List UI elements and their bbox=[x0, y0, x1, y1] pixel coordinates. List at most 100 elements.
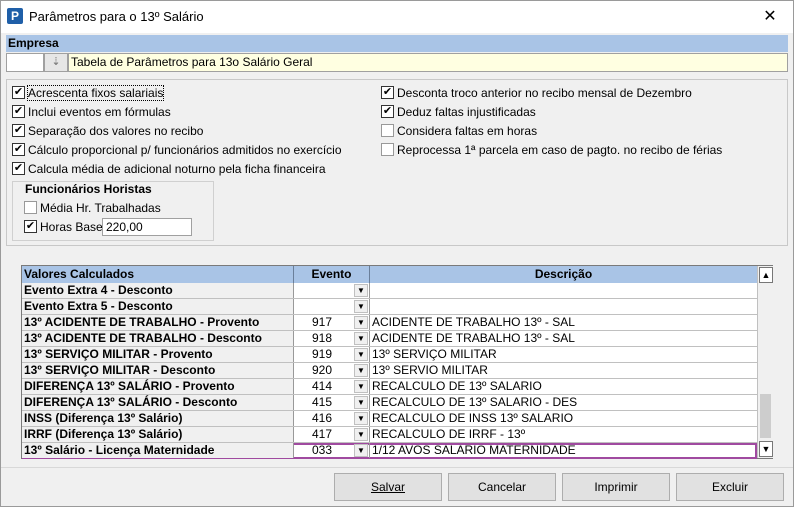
table-row[interactable]: 13º SERVIÇO MILITAR - Desconto 920 ▼ 13º SE… bbox=[22, 363, 757, 379]
row-name-cell: DIFERENÇA 13º SALÁRIO - Desconto bbox=[22, 395, 294, 410]
checkbox-label: Cálculo proporcional p/ funcionários adm… bbox=[28, 142, 342, 157]
checkbox-box[interactable] bbox=[381, 143, 394, 157]
checkbox-media-hr-trabalhadas[interactable]: Média Hr. Trabalhadas bbox=[24, 200, 161, 216]
salvar-button[interactable]: Salvar bbox=[334, 473, 442, 501]
table-row[interactable]: INSS (Diferença 13º Salário) 416 ▼ RECALCUL… bbox=[22, 411, 757, 427]
checkbox-box[interactable] bbox=[381, 124, 394, 138]
column-header-descricao[interactable]: Descrição bbox=[370, 266, 757, 283]
table-row[interactable]: DIFERENÇA 13º SALÁRIO - Desconto 415 ▼ RECA… bbox=[22, 395, 757, 411]
row-name-cell: DIFERENÇA 13º SALÁRIO - Provento bbox=[22, 379, 294, 394]
empresa-header: Empresa bbox=[6, 35, 788, 52]
title-bar: P Parâmetros para o 13º Salário ✕ bbox=[1, 1, 793, 33]
checkbox-desconta-troco[interactable]: Desconta troco anterior no recibo mensal… bbox=[381, 85, 692, 101]
checkbox-label: Horas Base bbox=[40, 219, 103, 234]
checkbox-box[interactable] bbox=[12, 124, 25, 138]
evento-dropdown-arrow-icon[interactable]: ▼ bbox=[354, 412, 368, 425]
row-name-cell: 13º ACIDENTE DE TRABALHO - Desconto bbox=[22, 331, 294, 346]
cancelar-button[interactable]: Cancelar bbox=[448, 473, 556, 501]
checkbox-box[interactable] bbox=[24, 220, 37, 234]
checkbox-horas-base[interactable]: Horas Base bbox=[24, 219, 103, 235]
dialog-window: P Parâmetros para o 13º Salário ✕ Empres… bbox=[0, 0, 794, 507]
evento-dropdown-arrow-icon[interactable]: ▼ bbox=[354, 428, 368, 441]
checkbox-box[interactable] bbox=[381, 86, 394, 100]
evento-dropdown-arrow-icon[interactable]: ▼ bbox=[354, 396, 368, 409]
row-name-cell: IRRF (Diferença 13º Salário) bbox=[22, 427, 294, 442]
evento-dropdown-arrow-icon[interactable]: ▼ bbox=[354, 300, 368, 313]
table-row[interactable]: Evento Extra 4 - Desconto ▼ bbox=[22, 283, 757, 299]
excluir-button[interactable]: Excluir bbox=[676, 473, 784, 501]
horas-base-input[interactable]: 220,00 bbox=[102, 218, 192, 236]
row-descricao-cell: RECALCULO DE 13º SALARIO bbox=[372, 379, 542, 393]
table-row[interactable]: 13º Salário - Licença Maternidade 033 ▼ 1/1… bbox=[22, 443, 757, 459]
row-descricao-cell bbox=[370, 283, 757, 298]
checkbox-inclui-eventos[interactable]: Inclui eventos em fórmulas bbox=[12, 104, 171, 120]
checkbox-faltas-em-horas[interactable]: Considera faltas em horas bbox=[381, 123, 537, 139]
checkbox-label: Considera faltas em horas bbox=[397, 123, 538, 138]
grid-scrollbar[interactable]: ▲ ▼ bbox=[757, 266, 773, 458]
grid-header: Valores Calculados Evento Descrição bbox=[22, 266, 757, 283]
table-row[interactable]: Evento Extra 5 - Desconto ▼ bbox=[22, 299, 757, 315]
scroll-thumb[interactable] bbox=[760, 394, 771, 438]
checkbox-label: Separação dos valores no recibo bbox=[28, 123, 204, 138]
checkbox-box[interactable] bbox=[381, 105, 394, 119]
evento-dropdown-arrow-icon[interactable]: ▼ bbox=[354, 380, 368, 393]
horistas-group-title: Funcionários Horistas bbox=[23, 182, 154, 196]
empresa-lookup-button[interactable]: ⇣ bbox=[44, 53, 68, 72]
table-row[interactable]: IRRF (Diferença 13º Salário) 417 ▼ RECALCUL… bbox=[22, 427, 757, 443]
evento-dropdown-arrow-icon[interactable]: ▼ bbox=[354, 364, 368, 377]
evento-dropdown-arrow-icon[interactable]: ▼ bbox=[354, 444, 368, 457]
checkbox-acrescenta-fixos[interactable]: Acrescenta fixos salariais bbox=[12, 84, 165, 101]
row-name-cell: 13º SERVIÇO MILITAR - Desconto bbox=[22, 363, 294, 378]
row-descricao-cell: 13º SERVIO MILITAR bbox=[372, 363, 488, 377]
row-name-cell: 13º ACIDENTE DE TRABALHO - Provento bbox=[22, 315, 294, 330]
row-descricao-cell: RECALCULO DE INSS 13º SALARIO bbox=[372, 411, 574, 425]
row-descricao-cell: ACIDENTE DE TRABALHO 13º - SAL bbox=[372, 331, 575, 345]
checkbox-label: Média Hr. Trabalhadas bbox=[40, 200, 161, 215]
evento-dropdown-arrow-icon[interactable]: ▼ bbox=[354, 348, 368, 361]
row-name-cell: Evento Extra 4 - Desconto bbox=[22, 283, 294, 298]
checkbox-calculo-proporcional[interactable]: Cálculo proporcional p/ funcionários adm… bbox=[12, 142, 342, 158]
checkbox-separacao-valores[interactable]: Separação dos valores no recibo bbox=[12, 123, 203, 139]
row-descricao-cell: RECALCULO DE 13º SALARIO - DES bbox=[372, 395, 578, 409]
checkbox-deduz-faltas[interactable]: Deduz faltas injustificadas bbox=[381, 104, 536, 120]
checkbox-label: Reprocessa 1ª parcela em caso de pagto. … bbox=[397, 142, 723, 157]
excluir-label: Excluir bbox=[711, 480, 748, 494]
row-descricao-cell: 13º SERVIÇO MILITAR bbox=[372, 347, 497, 361]
table-row[interactable]: 13º SERVIÇO MILITAR - Provento 919 ▼ 13º SE… bbox=[22, 347, 757, 363]
checkbox-label: Deduz faltas injustificadas bbox=[397, 104, 536, 119]
table-row[interactable]: DIFERENÇA 13º SALÁRIO - Provento 414 ▼ RECA… bbox=[22, 379, 757, 395]
salvar-label: Salvar bbox=[370, 480, 405, 494]
checkbox-label: Inclui eventos em fórmulas bbox=[28, 104, 171, 119]
evento-dropdown-arrow-icon[interactable]: ▼ bbox=[354, 284, 368, 297]
column-header-valores[interactable]: Valores Calculados bbox=[22, 266, 294, 283]
checkbox-box[interactable] bbox=[12, 86, 25, 100]
row-name-cell: INSS (Diferença 13º Salário) bbox=[22, 411, 294, 426]
close-button[interactable]: ✕ bbox=[747, 1, 793, 33]
table-row[interactable]: 13º ACIDENTE DE TRABALHO - Desconto 918 ▼ A… bbox=[22, 331, 757, 347]
row-name-cell: Evento Extra 5 - Desconto bbox=[22, 299, 294, 314]
evento-dropdown-arrow-icon[interactable]: ▼ bbox=[354, 332, 368, 345]
checkbox-label: Calcula média de adicional noturno pela … bbox=[28, 161, 326, 176]
row-name-cell: 13º SERVIÇO MILITAR - Provento bbox=[22, 347, 294, 362]
row-descricao-cell: ACIDENTE DE TRABALHO 13º - SAL bbox=[372, 315, 575, 329]
checkbox-box[interactable] bbox=[12, 143, 25, 157]
row-descricao-cell: 1/12 AVOS SALARIO MATERNIDADE bbox=[372, 443, 576, 457]
scroll-up-arrow-icon[interactable]: ▲ bbox=[759, 267, 773, 283]
empresa-code-input[interactable] bbox=[6, 53, 44, 72]
checkbox-box[interactable] bbox=[12, 105, 25, 119]
imprimir-button[interactable]: Imprimir bbox=[562, 473, 670, 501]
row-name-cell: 13º Salário - Licença Maternidade bbox=[22, 443, 294, 458]
checkbox-media-adicional-noturno[interactable]: Calcula média de adicional noturno pela … bbox=[12, 161, 326, 177]
cancelar-label: Cancelar bbox=[477, 480, 527, 494]
evento-dropdown-arrow-icon[interactable]: ▼ bbox=[354, 316, 368, 329]
table-row[interactable]: 13º ACIDENTE DE TRABALHO - Provento 917 ▼ A… bbox=[22, 315, 757, 331]
column-header-evento[interactable]: Evento bbox=[294, 266, 370, 283]
checkbox-label: Acrescenta fixos salariais bbox=[26, 84, 165, 101]
checkbox-reprocessa-parcela[interactable]: Reprocessa 1ª parcela em caso de pagto. … bbox=[381, 142, 722, 158]
checkbox-label: Desconta troco anterior no recibo mensal… bbox=[397, 85, 692, 100]
row-descricao-cell: RECALCULO DE IRRF - 13º bbox=[372, 427, 526, 441]
checkbox-box[interactable] bbox=[12, 162, 25, 176]
scroll-down-arrow-icon[interactable]: ▼ bbox=[759, 441, 773, 457]
empresa-name-field: Tabela de Parâmetros para 13o Salário Ge… bbox=[68, 53, 788, 72]
checkbox-box[interactable] bbox=[24, 201, 37, 215]
